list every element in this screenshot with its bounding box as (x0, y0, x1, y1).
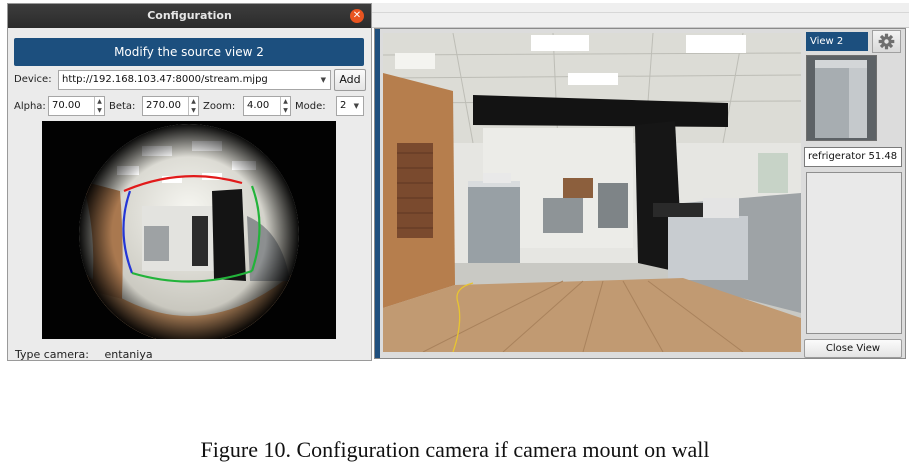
beta-label: Beta: (109, 101, 136, 112)
source-view-banner[interactable]: Modify the source view 2 (14, 38, 364, 66)
refrigerator-crop-image (807, 56, 876, 140)
gear-icon (878, 33, 895, 50)
mode-value: 2 (340, 100, 347, 111)
type-camera-label: Type camera: (15, 348, 90, 361)
detection-list-panel (806, 172, 902, 334)
fisheye-preview[interactable] (42, 121, 336, 339)
figure-caption: Figure 10. Configuration camera if camer… (200, 437, 710, 462)
mode-label: Mode: (295, 101, 326, 112)
mode-select[interactable]: 2 ▼ (336, 96, 364, 116)
type-camera-value: entaniya (104, 348, 153, 361)
zoom-spinbox[interactable]: 4.00 ▲ ▼ (243, 96, 291, 116)
chevron-down-icon: ▼ (320, 76, 326, 84)
zoom-label: Zoom: (203, 101, 236, 112)
beta-spinbox[interactable]: 270.00 ▲ ▼ (142, 96, 199, 116)
spin-arrows-icon[interactable]: ▲ ▼ (94, 97, 104, 115)
device-label: Device: (14, 74, 52, 85)
spin-arrows-icon[interactable]: ▲ ▼ (280, 97, 290, 115)
alpha-label: Alpha: (14, 101, 46, 112)
fisheye-image (42, 121, 336, 339)
detection-label: refrigerator 51.48 (804, 147, 902, 167)
settings-button[interactable] (872, 30, 901, 53)
device-select[interactable]: http://192.168.103.47:8000/stream.mjpg ▼ (58, 70, 331, 90)
alpha-value: 70.00 (52, 100, 81, 111)
beta-value: 270.00 (146, 100, 181, 111)
spin-arrows-icon[interactable]: ▲ ▼ (188, 97, 198, 115)
alpha-spinbox[interactable]: 70.00 ▲ ▼ (48, 96, 105, 116)
configuration-dialog: Configuration ✕ Modify the source view 2… (7, 3, 372, 361)
add-button[interactable]: Add (334, 69, 366, 91)
camera-type-row: Type camera: entaniya (15, 348, 153, 361)
chevron-down-icon: ▼ (353, 102, 359, 110)
camera-image (383, 33, 801, 352)
dialog-title: Configuration (147, 9, 232, 22)
dialog-titlebar[interactable]: Configuration ✕ (8, 4, 371, 28)
zoom-value: 4.00 (247, 100, 270, 111)
device-value: http://192.168.103.47:8000/stream.mjpg (62, 74, 268, 85)
main-window-toolbar (372, 3, 909, 28)
close-view-button[interactable]: Close View (804, 339, 902, 358)
detection-thumbnail[interactable] (806, 55, 877, 141)
close-icon[interactable]: ✕ (350, 9, 364, 23)
tab-view-2[interactable]: View 2 (806, 32, 868, 51)
camera-view[interactable] (383, 33, 801, 352)
